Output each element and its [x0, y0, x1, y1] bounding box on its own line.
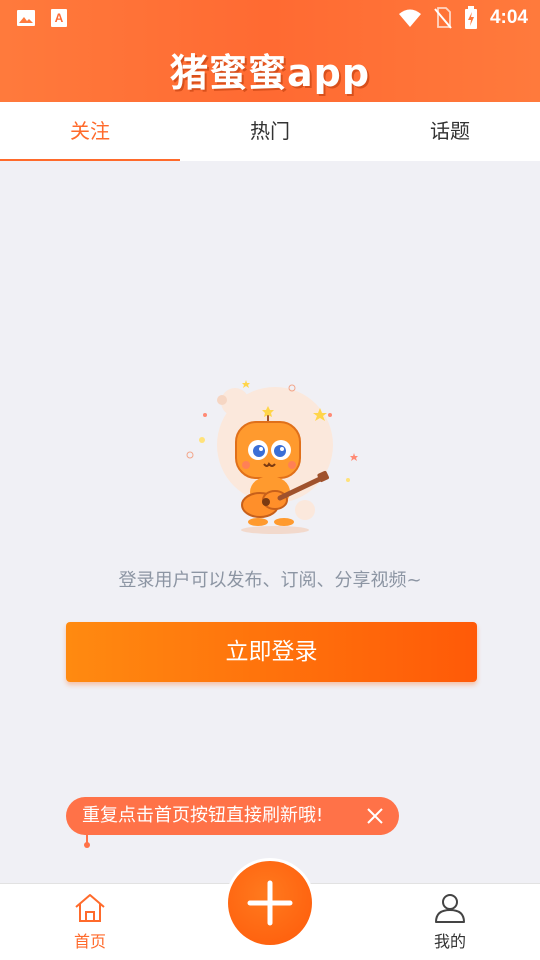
no-sim-icon — [434, 7, 452, 29]
empty-state-message: 登录用户可以发布、订阅、分享视频~ — [118, 570, 422, 591]
status-left-icons: A — [16, 8, 68, 28]
nav-home-label: 首页 — [73, 932, 106, 951]
add-button[interactable] — [228, 861, 312, 945]
nav-me[interactable]: 我的 — [410, 892, 490, 952]
refresh-tip: 重复点击首页按钮直接刷新哦! — [66, 797, 399, 835]
close-icon[interactable] — [365, 806, 385, 826]
nav-home[interactable]: 首页 — [50, 892, 130, 952]
status-bar: A 4:04 — [0, 0, 540, 36]
home-icon — [75, 894, 105, 922]
refresh-tip-text: 重复点击首页按钮直接刷新哦! — [82, 805, 324, 826]
nav-me-label: 我的 — [433, 932, 466, 951]
login-button[interactable]: 立即登录 — [66, 622, 477, 682]
svg-text:A: A — [55, 11, 64, 25]
tab-topics[interactable]: 话题 — [360, 102, 540, 161]
plus-icon — [247, 880, 293, 926]
status-right-icons: 4:04 — [398, 6, 528, 30]
app-header: A 4:04 猪蜜蜜app — [0, 0, 540, 102]
user-icon — [435, 894, 465, 923]
tip-pointer-dot — [84, 842, 90, 848]
wifi-icon — [398, 9, 421, 27]
status-time: 4:04 — [489, 7, 528, 28]
app-title: 猪蜜蜜app — [169, 51, 371, 95]
top-tabs: 关注 热门 话题 — [0, 102, 540, 162]
guitar-mascot-icon — [186, 380, 358, 534]
tab-hot[interactable]: 热门 — [180, 102, 360, 161]
image-icon — [17, 10, 35, 26]
tab-follow[interactable]: 关注 — [0, 102, 180, 162]
app-a-icon: A — [51, 9, 67, 27]
battery-charging-icon — [464, 6, 477, 29]
